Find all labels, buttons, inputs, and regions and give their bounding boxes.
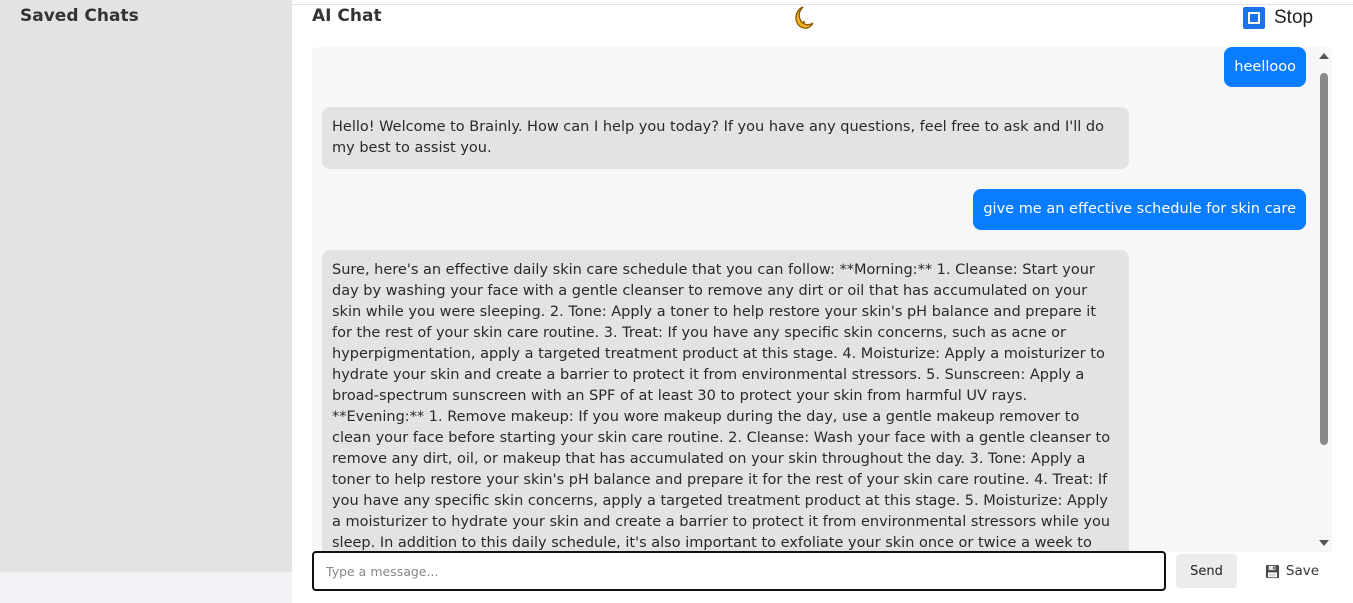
theme-toggle-button[interactable] xyxy=(785,2,817,34)
chat-messages[interactable]: heellooo Hello! Welcome to Brainly. How … xyxy=(312,47,1332,552)
scroll-up-arrow-icon[interactable] xyxy=(1319,53,1329,59)
top-divider xyxy=(292,4,1353,5)
user-message: heellooo xyxy=(1224,47,1306,87)
scrollbar-thumb[interactable] xyxy=(1320,73,1328,445)
sidebar-title: Saved Chats xyxy=(20,6,139,26)
scroll-down-arrow-icon[interactable] xyxy=(1319,540,1329,546)
chat-scrollbar[interactable] xyxy=(1316,47,1332,552)
page-title: AI Chat xyxy=(312,6,382,26)
send-button[interactable]: Send xyxy=(1176,554,1237,588)
message-input[interactable] xyxy=(312,551,1166,591)
stop-button[interactable]: Stop xyxy=(1243,6,1313,30)
bot-message: Hello! Welcome to Brainly. How can I hel… xyxy=(322,107,1129,169)
floppy-disk-icon xyxy=(1265,564,1280,579)
stop-label: Stop xyxy=(1274,7,1314,28)
moon-icon xyxy=(795,6,814,29)
sidebar-footer xyxy=(0,572,292,603)
user-message: give me an effective schedule for skin c… xyxy=(973,189,1306,230)
save-label: Save xyxy=(1285,563,1320,579)
stop-icon xyxy=(1243,7,1265,29)
saved-chats-sidebar: Saved Chats xyxy=(0,0,292,572)
bot-message: Sure, here's an effective daily skin car… xyxy=(322,250,1129,552)
save-button[interactable]: Save xyxy=(1249,554,1335,588)
app-window: Saved Chats AI Chat Stop heellooo Hello!… xyxy=(0,0,1353,603)
